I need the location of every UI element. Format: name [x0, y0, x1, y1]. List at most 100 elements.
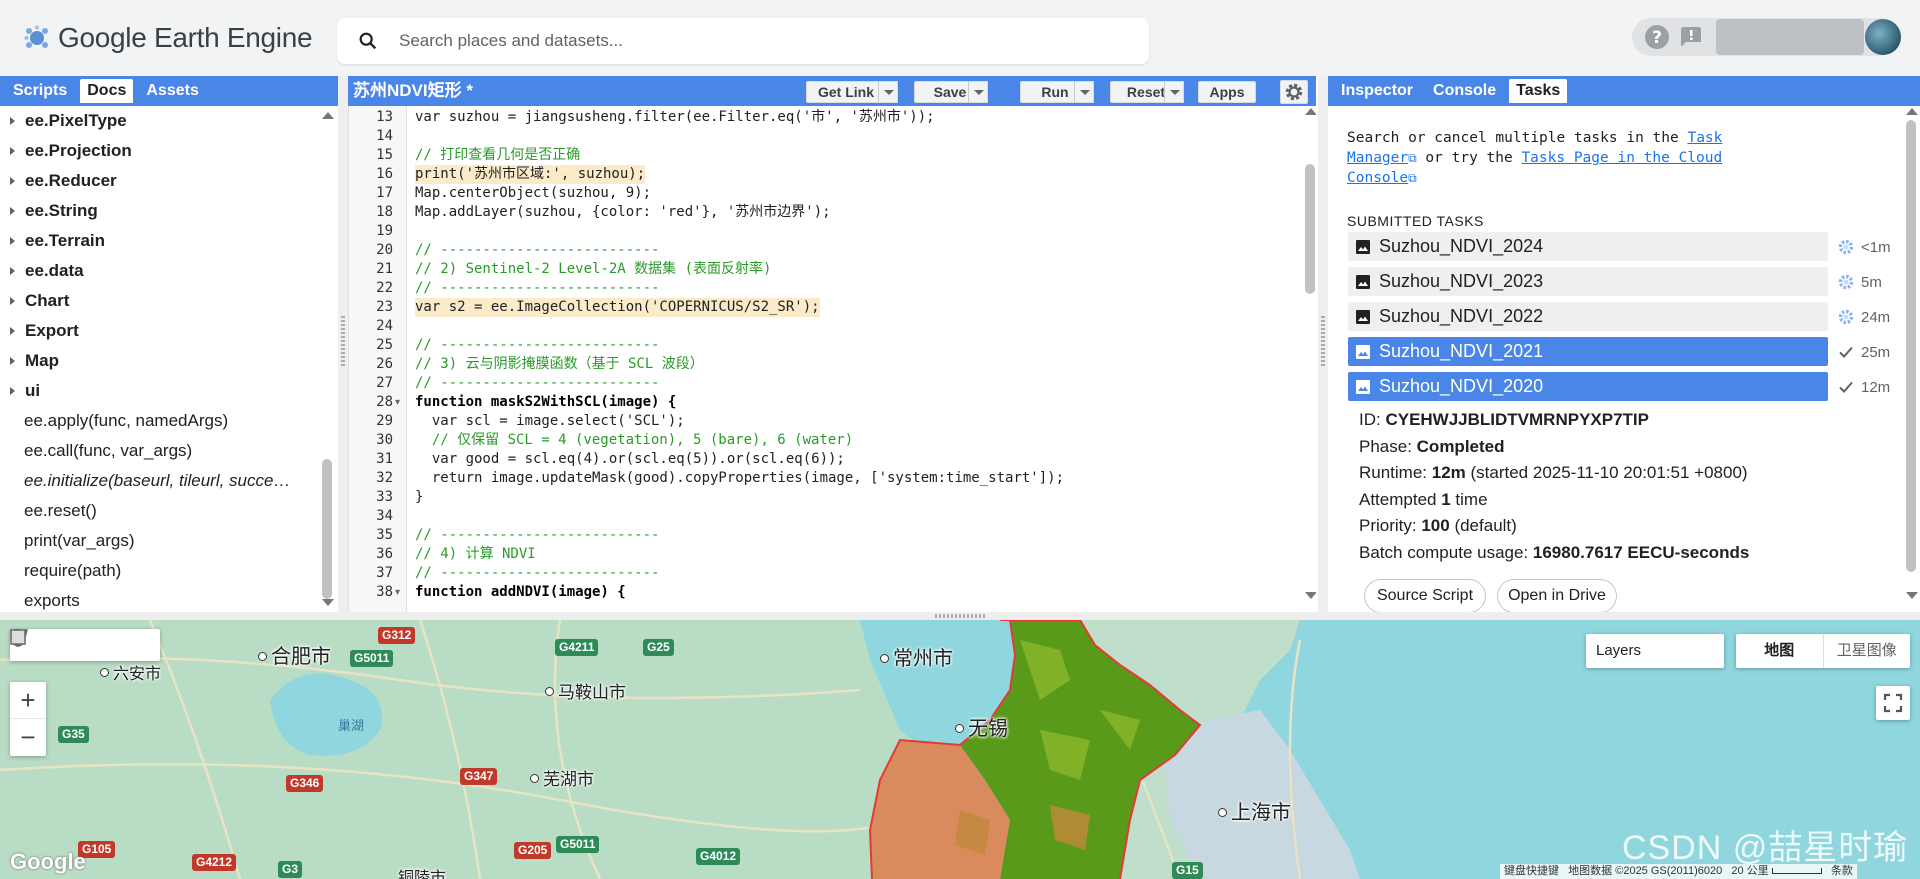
running-gear-icon	[1838, 239, 1854, 255]
zoom-in-button[interactable]: +	[10, 682, 46, 719]
line-number: 21	[376, 261, 393, 277]
code-line: // 2) Sentinel-2 Level-2A 数据集 (表面反射率)	[415, 261, 772, 277]
caret-right-icon	[10, 207, 15, 215]
save-dropdown[interactable]	[968, 81, 988, 103]
doc-function[interactable]: ee.initialize(baseurl, tileurl, succe…	[0, 466, 322, 496]
keyboard-shortcuts-link[interactable]: 键盘快捷键	[1504, 865, 1559, 877]
search-box[interactable]	[337, 18, 1149, 64]
header: Google Earth Engine ?	[0, 0, 1920, 76]
account-bar[interactable]	[1716, 19, 1864, 55]
line-number: 18	[376, 204, 393, 220]
map-type-satellite[interactable]: 卫星图像	[1822, 634, 1911, 668]
doc-function[interactable]: print(var_args)	[0, 526, 322, 556]
scroll-thumb[interactable]	[322, 459, 332, 599]
tasks-content: Search or cancel multiple tasks in the T…	[1328, 106, 1904, 612]
doc-namespace[interactable]: ee.Reducer	[0, 166, 322, 196]
checkmark-icon	[1839, 381, 1853, 393]
scroll-down-icon[interactable]	[1906, 592, 1918, 599]
scroll-down-icon[interactable]	[1305, 592, 1316, 599]
logo-text: Google Earth Engine	[58, 22, 313, 53]
road-shield: G25	[643, 639, 674, 656]
rectangle-draw-icon[interactable]	[10, 629, 160, 661]
doc-namespace[interactable]: ee.PixelType	[0, 106, 322, 136]
tab-console[interactable]: Console	[1426, 79, 1503, 103]
task-status: 5m	[1833, 267, 1903, 296]
terms-link[interactable]: 条款	[1831, 865, 1853, 877]
source-script-button[interactable]: Source Script	[1364, 579, 1486, 612]
image-icon	[1356, 345, 1370, 359]
doc-namespace[interactable]: ee.String	[0, 196, 322, 226]
get-link-button[interactable]: Get Link	[806, 81, 886, 103]
task-row[interactable]: Suzhou_NDVI_2024	[1348, 232, 1828, 261]
scroll-up-icon[interactable]	[1305, 108, 1316, 115]
settings-button[interactable]	[1280, 80, 1308, 104]
city-dot-icon	[880, 654, 889, 663]
doc-namespace[interactable]: Map	[0, 346, 322, 376]
scroll-up-icon[interactable]	[1906, 108, 1918, 115]
scroll-down-icon[interactable]	[322, 599, 334, 606]
marker-icon[interactable]	[10, 629, 70, 661]
doc-function[interactable]: ee.call(func, var_args)	[0, 436, 322, 466]
tab-scripts[interactable]: Scripts	[6, 79, 74, 103]
map-view[interactable]: 合肥市 六安市 马鞍山市 芜湖市 常州市 无锡 上海市 铜陵市 巢湖 G312 …	[0, 620, 1920, 879]
doc-namespace[interactable]: ee.Terrain	[0, 226, 322, 256]
task-row[interactable]: Suzhou_NDVI_2023	[1348, 267, 1828, 296]
tab-assets[interactable]: Assets	[139, 79, 205, 103]
line-number: 32	[376, 470, 393, 486]
code-line: // --------------------------	[415, 527, 660, 543]
fold-arrow-icon[interactable]: ▾	[395, 583, 400, 602]
search-icon	[359, 32, 377, 50]
city-dot-icon	[100, 668, 109, 677]
doc-namespace[interactable]: ui	[0, 376, 322, 406]
doc-function[interactable]: require(path)	[0, 556, 322, 586]
scroll-thumb[interactable]	[1906, 120, 1916, 572]
reset-dropdown[interactable]	[1164, 81, 1184, 103]
line-draw-icon[interactable]	[10, 629, 100, 661]
tab-docs[interactable]: Docs	[80, 79, 134, 103]
script-title[interactable]: 苏州NDVI矩形 *	[353, 80, 473, 102]
scale-label: 20 公里	[1731, 865, 1769, 877]
caret-right-icon	[10, 177, 15, 185]
polygon-draw-icon[interactable]	[10, 629, 130, 661]
doc-namespace[interactable]: Export	[0, 316, 322, 346]
map-type-map[interactable]: 地图	[1736, 634, 1823, 668]
scroll-up-icon[interactable]	[322, 112, 334, 119]
search-input[interactable]	[399, 31, 1099, 51]
apps-button[interactable]: Apps	[1198, 81, 1256, 103]
task-row[interactable]: Suzhou_NDVI_2022	[1348, 302, 1828, 331]
tasks-scrollbar[interactable]	[1904, 106, 1918, 612]
avatar[interactable]	[1865, 19, 1901, 55]
run-dropdown[interactable]	[1074, 81, 1094, 103]
line-number: 28	[376, 394, 393, 410]
help-icon[interactable]: ?	[1644, 24, 1670, 50]
map-splitter[interactable]	[0, 612, 1920, 620]
task-row[interactable]: Suzhou_NDVI_2020	[1348, 372, 1828, 401]
docs-scrollbar[interactable]	[320, 112, 334, 606]
task-time: <1m	[1861, 239, 1891, 256]
tab-inspector[interactable]: Inspector	[1334, 79, 1420, 103]
get-link-dropdown[interactable]	[878, 81, 898, 103]
right-splitter[interactable]	[1318, 76, 1328, 612]
road-shield: G312	[378, 627, 416, 644]
tab-tasks[interactable]: Tasks	[1509, 79, 1568, 103]
zoom-out-button[interactable]: −	[10, 719, 46, 756]
scroll-thumb[interactable]	[1305, 164, 1315, 294]
code-area[interactable]: 13 14 15 16 17 18 19 20 21 22 23 24 25 2…	[348, 106, 1316, 612]
doc-namespace[interactable]: ee.data	[0, 256, 322, 286]
open-in-drive-button[interactable]: Open in Drive	[1497, 579, 1617, 612]
feedback-icon[interactable]	[1678, 24, 1704, 50]
task-row[interactable]: Suzhou_NDVI_2021	[1348, 337, 1828, 366]
doc-namespace[interactable]: ee.Projection	[0, 136, 322, 166]
doc-namespace[interactable]: Chart	[0, 286, 322, 316]
fullscreen-button[interactable]	[1876, 686, 1910, 720]
code-scrollbar[interactable]	[1303, 106, 1316, 612]
doc-function[interactable]: exports	[0, 586, 322, 612]
road-shield: G35	[58, 726, 89, 743]
doc-function[interactable]: ee.reset()	[0, 496, 322, 526]
doc-function[interactable]: ee.apply(func, namedArgs)	[0, 406, 322, 436]
road-shield: G5011	[350, 650, 394, 667]
layers-button[interactable]: Layers	[1586, 634, 1724, 668]
logo[interactable]: Google Earth Engine	[24, 22, 313, 54]
left-splitter[interactable]	[338, 76, 348, 612]
fold-arrow-icon[interactable]: ▾	[395, 393, 400, 412]
